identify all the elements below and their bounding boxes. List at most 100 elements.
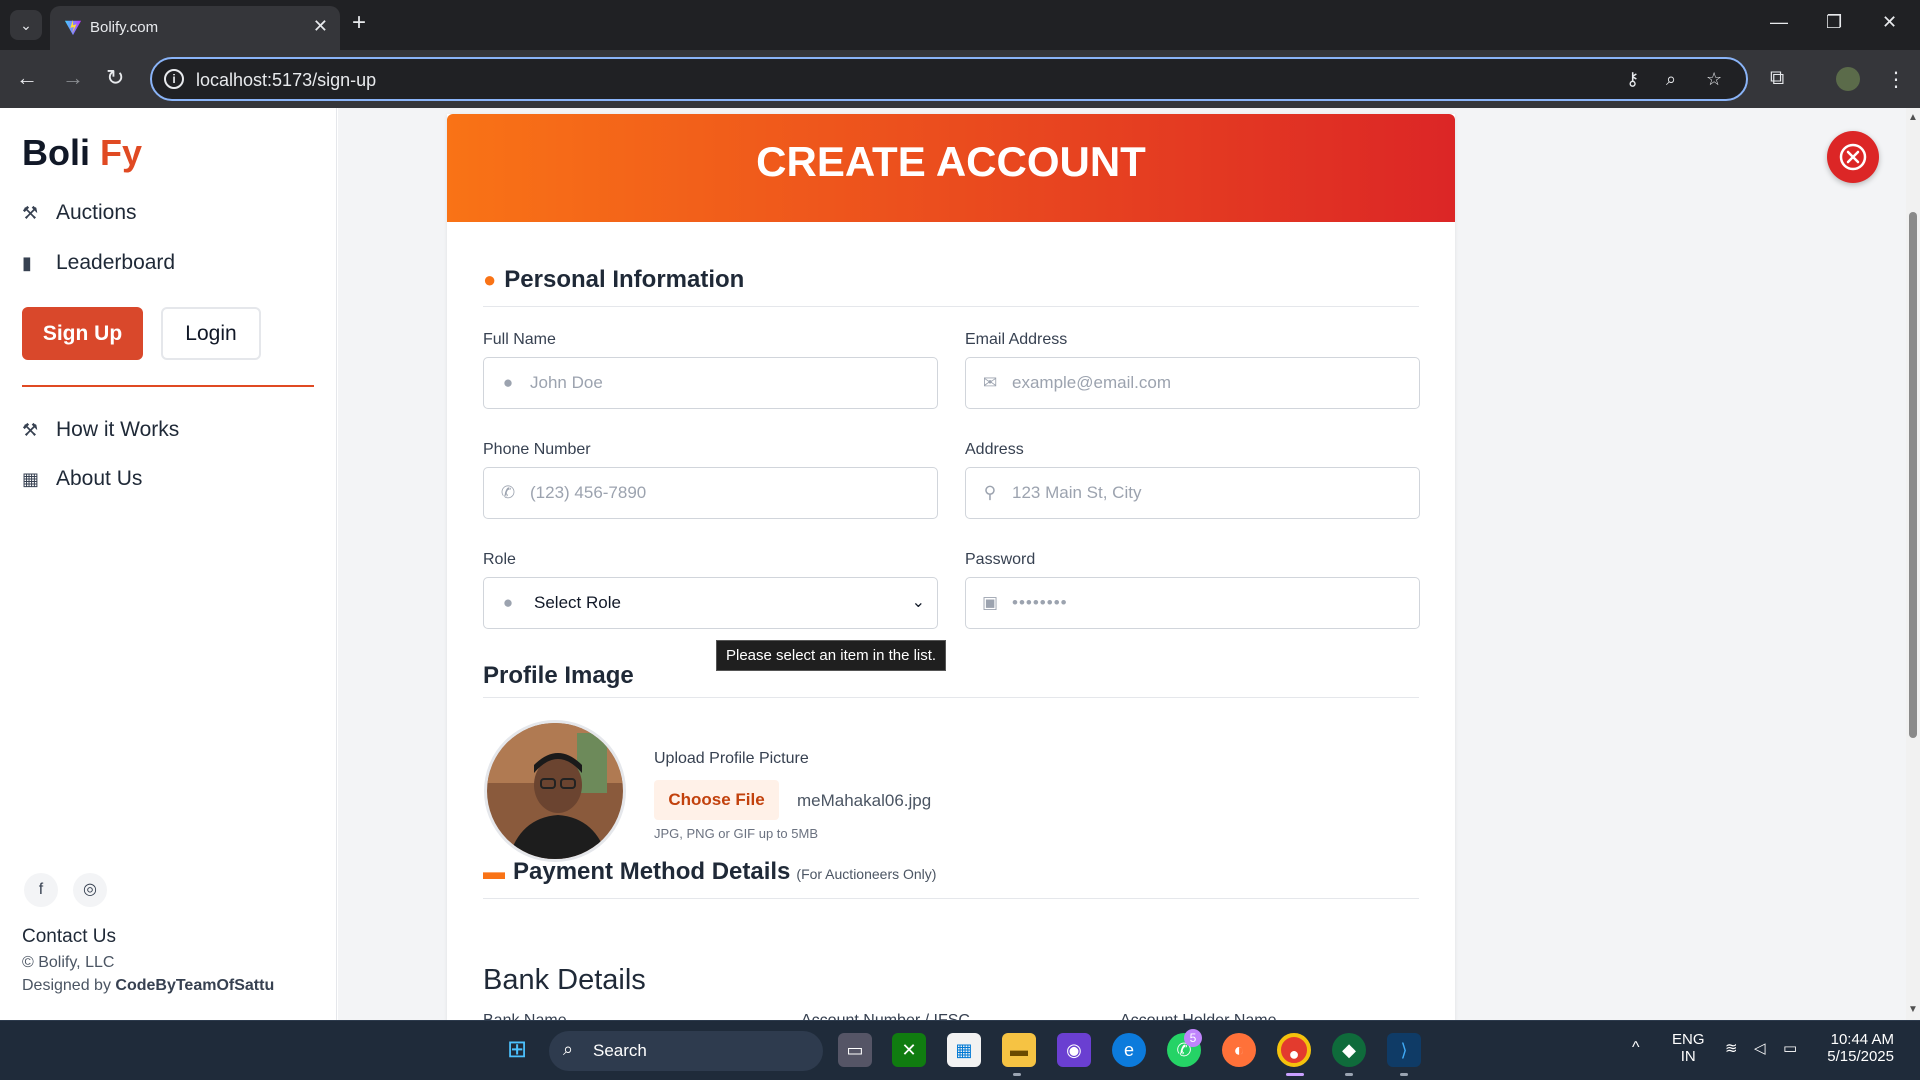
file-hint: JPG, PNG or GIF up to 5MB (654, 826, 818, 841)
logo-accent-text: Fy (100, 132, 143, 173)
new-tab-button[interactable]: + (352, 11, 366, 35)
windows-taskbar: ⊞ ⌕ Search ▭ ✕ ▦ ▬ ◉ e ✆ 5 ◐ ● ◆ ⟩ ^ ENG… (0, 1020, 1920, 1080)
extensions-icon[interactable]: ⧉ (1770, 67, 1784, 90)
copyright-text: © Bolify, LLC (22, 954, 115, 971)
zoom-icon[interactable]: ⌕ (1666, 69, 1676, 90)
vscode-icon[interactable]: ⟩ (1387, 1033, 1421, 1067)
mongodb-compass-icon[interactable]: ◆ (1332, 1033, 1366, 1067)
nav-auctions[interactable]: ⚒ Auctions (22, 201, 137, 225)
taskbar-search[interactable]: ⌕ Search (549, 1031, 823, 1071)
card-header: CREATE ACCOUNT (447, 114, 1455, 222)
scroll-thumb[interactable] (1909, 212, 1917, 738)
section-divider (483, 306, 1419, 307)
nav-about-us[interactable]: ▦ About Us (22, 467, 142, 491)
reload-icon[interactable]: ↻ (106, 66, 124, 90)
wifi-icon[interactable]: ≋ (1725, 1039, 1738, 1057)
nav-label: About Us (56, 467, 143, 490)
section-divider (483, 898, 1419, 899)
building-icon: ▦ (22, 469, 40, 489)
profile-image-heading: Profile Image (483, 662, 634, 689)
designed-by-text: Designed by CodeByTeamOfSattu (22, 977, 274, 995)
window-close-icon[interactable]: ✕ (1882, 12, 1897, 33)
task-view-icon[interactable]: ▭ (838, 1033, 872, 1067)
password-key-icon[interactable]: ⚷ (1626, 69, 1639, 90)
phone-placeholder: (123) 456-7890 (530, 483, 647, 502)
nav-how-it-works[interactable]: ⚒ How it Works (22, 418, 179, 442)
site-info-icon[interactable]: i (164, 69, 184, 89)
language-indicator[interactable]: ENG IN (1672, 1031, 1705, 1065)
nav-label: Leaderboard (56, 251, 176, 274)
file-explorer-icon[interactable]: ▬ (1002, 1033, 1036, 1067)
signup-button[interactable]: Sign Up (22, 307, 143, 360)
clock-time: 10:44 AM (1830, 1031, 1894, 1048)
profile-avatar-icon[interactable] (1836, 67, 1860, 91)
address-label: Address (965, 441, 1024, 458)
chrome-icon[interactable]: ● (1277, 1033, 1311, 1067)
ms-store-icon[interactable]: ▦ (947, 1033, 981, 1067)
forward-icon[interactable]: → (62, 66, 84, 90)
password-label: Password (965, 551, 1036, 568)
browser-menu-icon[interactable]: ⋮ (1886, 67, 1906, 92)
volume-icon[interactable]: ◁ (1754, 1039, 1766, 1057)
role-selected-value: Select Role (534, 593, 621, 612)
bank-name-label: Bank Name (483, 1012, 567, 1020)
choose-file-button[interactable]: Choose File (654, 780, 779, 820)
tab-title: Bolify.com (90, 19, 159, 36)
close-form-button[interactable] (1827, 131, 1879, 183)
upload-label: Upload Profile Picture (654, 750, 809, 767)
avatar-photo (487, 723, 623, 859)
address-bar[interactable]: i localhost:5173/sign-up ⚷ ⌕ ☆ (150, 57, 1748, 101)
page-scrollbar[interactable]: ▲ ▼ (1906, 108, 1920, 1020)
scroll-up-icon[interactable]: ▲ (1908, 112, 1918, 123)
logo-text: Boli (22, 132, 100, 173)
bank-details-heading: Bank Details (483, 964, 646, 996)
scroll-down-icon[interactable]: ▼ (1908, 1004, 1918, 1015)
back-icon[interactable]: ← (16, 66, 38, 90)
search-label: Search (593, 1041, 647, 1060)
windows-start-icon[interactable]: ⊞ (500, 1033, 534, 1067)
contact-us-link[interactable]: Contact Us (22, 926, 116, 948)
full-name-field[interactable]: ● John Doe (483, 357, 938, 409)
battery-icon[interactable]: ▭ (1783, 1039, 1797, 1057)
account-holder-label: Account Holder Name (1120, 1012, 1277, 1020)
lang-code: ENG (1672, 1031, 1705, 1048)
url-text[interactable]: localhost:5173/sign-up (196, 70, 376, 91)
firefox-icon[interactable]: ◐ (1222, 1033, 1256, 1067)
credit-card-icon: ▬ (483, 859, 505, 884)
address-field[interactable]: ⚲ 123 Main St, City (965, 467, 1420, 519)
minimize-icon[interactable]: — (1770, 12, 1788, 33)
clock[interactable]: 10:44 AM 5/15/2025 (1822, 1031, 1894, 1065)
tab-search-button[interactable]: ⌄ (10, 10, 42, 40)
running-indicator (1400, 1073, 1408, 1076)
clock-date: 5/15/2025 (1827, 1048, 1894, 1065)
profile-avatar-image (484, 720, 626, 862)
app-icon[interactable]: ◉ (1057, 1033, 1091, 1067)
personal-info-heading: ● Personal Information (483, 266, 744, 294)
browser-tab[interactable]: Bolify.com ✕ (50, 6, 340, 50)
tab-close-icon[interactable]: ✕ (313, 16, 328, 37)
bookmark-star-icon[interactable]: ☆ (1706, 69, 1722, 90)
role-label: Role (483, 551, 516, 568)
role-select[interactable]: ● Select Role ⌄ (483, 577, 938, 629)
xbox-icon[interactable]: ✕ (892, 1033, 926, 1067)
facebook-icon[interactable]: f (24, 873, 58, 907)
phone-field[interactable]: ✆ (123) 456-7890 (483, 467, 938, 519)
payment-heading: ▬ Payment Method Details (For Auctioneers … (483, 858, 936, 886)
restore-icon[interactable]: ❐ (1826, 12, 1842, 33)
tray-overflow-icon[interactable]: ^ (1632, 1039, 1640, 1057)
sidebar-divider (22, 385, 314, 387)
active-indicator (1286, 1073, 1304, 1076)
instagram-icon[interactable]: ◎ (73, 873, 107, 907)
nav-label: Auctions (56, 201, 137, 224)
password-field[interactable]: ▣ •••••••• (965, 577, 1420, 629)
edge-icon[interactable]: e (1112, 1033, 1146, 1067)
gavel-icon: ⚒ (22, 420, 39, 440)
main-content: CREATE ACCOUNT ● Personal Information Ful… (338, 108, 1906, 1020)
password-masked-value: •••••••• (1012, 593, 1068, 612)
designed-prefix: Designed by (22, 977, 116, 994)
nav-leaderboard[interactable]: ▮ Leaderboard (22, 251, 175, 275)
brand-logo[interactable]: Boli Fy (22, 132, 142, 174)
email-field[interactable]: ✉ example@email.com (965, 357, 1420, 409)
full-name-placeholder: John Doe (530, 373, 603, 392)
login-button[interactable]: Login (161, 307, 261, 360)
